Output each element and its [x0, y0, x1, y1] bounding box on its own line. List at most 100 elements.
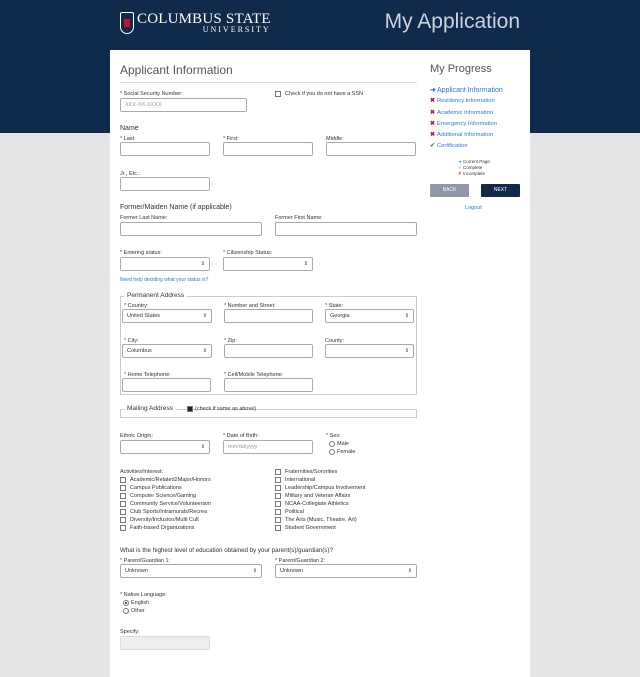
activity-checkbox[interactable]: [275, 509, 281, 515]
progress-step-label: Additional Information: [437, 132, 494, 138]
home-telephone-input[interactable]: [122, 378, 211, 392]
progress-step-label: Academic Information: [437, 110, 494, 116]
back-button[interactable]: BACK: [430, 184, 469, 197]
status-help-link[interactable]: Need help deciding what your status is?: [120, 277, 208, 283]
legend-current: Current Page: [463, 159, 490, 164]
activity-checkbox[interactable]: [120, 509, 126, 515]
progress-step-label: Applicant Information: [437, 87, 503, 94]
parent-education-question: What is the highest level of education o…: [120, 547, 333, 554]
activity-label: Community Service/Volunteerism: [130, 501, 212, 507]
select-arrows-icon: ⇕: [252, 568, 257, 574]
language-other-label: Other: [131, 608, 145, 614]
legend-complete: Complete: [463, 165, 483, 170]
city-select[interactable]: Columbus ⇕: [122, 344, 212, 358]
select-arrows-icon: ⇕: [200, 444, 205, 450]
sex-label: * Sex:: [326, 433, 341, 439]
incomplete-step-icon: ✖: [430, 110, 435, 116]
sex-male-label: Male: [337, 441, 349, 447]
activities-label: Activities/Interest:: [120, 469, 164, 475]
permanent-address-legend: Permanent Address: [124, 292, 188, 299]
next-button[interactable]: NEXT: [481, 184, 520, 197]
native-language-label: * Native Language:: [120, 592, 167, 598]
activity-checkbox[interactable]: [275, 485, 281, 491]
activity-label: Academic/Related2Major/Honors: [130, 477, 211, 483]
state-select[interactable]: Georgia ⇕: [325, 309, 414, 323]
progress-step-label: Residency Information: [437, 98, 495, 104]
citizenship-select[interactable]: ⇕: [223, 257, 313, 271]
country-select[interactable]: United States ⇕: [122, 309, 212, 323]
logout-link[interactable]: Logout: [465, 205, 482, 211]
former-name-section-title: Former/Maiden Name (if applicable): [120, 204, 232, 211]
parent1-select[interactable]: Unknown ⇕: [120, 564, 262, 578]
ethnic-origin-label: Ethnic Origin:: [120, 433, 154, 439]
legend-incomplete: Incomplete: [463, 171, 486, 176]
sex-male-radio[interactable]: [329, 441, 335, 447]
activity-checkbox[interactable]: [120, 485, 126, 491]
application-card: Applicant Information * Social Security …: [110, 50, 530, 677]
activity-checkbox[interactable]: [120, 477, 126, 483]
same-address-checkbox[interactable]: [187, 406, 193, 412]
progress-step[interactable]: ✖ Emergency Information: [430, 121, 497, 127]
divider: [120, 82, 417, 83]
entering-status-select[interactable]: ⇕: [120, 257, 210, 271]
no-ssn-checkbox[interactable]: [275, 91, 281, 97]
activity-checkbox[interactable]: [120, 525, 126, 531]
middle-name-input[interactable]: [326, 142, 416, 156]
logo-line2: UNIVERSITY: [202, 25, 271, 34]
progress-step[interactable]: ➜Applicant Information: [430, 86, 503, 94]
former-first-input[interactable]: [275, 222, 417, 236]
select-arrows-icon: ⇕: [200, 261, 205, 267]
progress-step[interactable]: ✖ Residency Information: [430, 98, 495, 104]
complete-step-icon: ✔: [430, 143, 435, 149]
dob-input[interactable]: mm/dd/yyyy: [223, 440, 313, 454]
activity-label: Fraternities/Sororities: [285, 469, 338, 475]
ethnic-origin-select[interactable]: ⇕: [120, 440, 210, 454]
same-address-label: (check if same as above): [195, 406, 257, 412]
activity-label: Leadership/Campus Involvement: [285, 485, 366, 491]
ssn-input[interactable]: XXX-XX-XXXX: [120, 98, 247, 112]
parent2-select[interactable]: Unknown ⇕: [275, 564, 417, 578]
logo-line1: COLUMBUS STATE: [137, 11, 271, 27]
app-title: My Application: [384, 10, 520, 33]
last-name-input[interactable]: [120, 142, 210, 156]
first-name-input[interactable]: [223, 142, 313, 156]
street-input[interactable]: [224, 309, 313, 323]
progress-step[interactable]: ✔ Certification: [430, 143, 468, 149]
activity-checkbox[interactable]: [275, 477, 281, 483]
entering-status-label: * Entering status:: [120, 250, 162, 256]
progress-step[interactable]: ✖ Academic Information: [430, 110, 493, 116]
name-section-title: Name: [120, 125, 139, 132]
former-last-input[interactable]: [120, 222, 262, 236]
county-select[interactable]: ⇕: [325, 344, 414, 358]
complete-icon: ✓: [458, 165, 462, 170]
activity-label: Diversity/Inclusion/Multi Cult: [130, 517, 199, 523]
activity-label: Campus Publications: [130, 485, 182, 491]
activity-label: The Arts (Music, Theatre, Art): [285, 517, 357, 523]
activity-label: International: [285, 477, 316, 483]
activity-checkbox[interactable]: [275, 517, 281, 523]
language-other-radio[interactable]: [123, 608, 129, 614]
suffix-input[interactable]: [120, 177, 210, 191]
activity-checkbox[interactable]: [120, 493, 126, 499]
dob-label: * Date of Birth:: [223, 433, 259, 439]
university-logo[interactable]: COLUMBUS STATE UNIVERSITY: [120, 10, 271, 36]
activity-checkbox[interactable]: [275, 525, 281, 531]
activity-label: Student Government: [285, 525, 336, 531]
progress-step[interactable]: ✖ Additional Information: [430, 132, 493, 138]
language-english-radio[interactable]: [123, 600, 129, 606]
activity-checkbox[interactable]: [275, 493, 281, 499]
sex-female-radio[interactable]: [329, 449, 335, 455]
cell-telephone-input[interactable]: [224, 378, 313, 392]
select-arrows-icon: ⇕: [303, 261, 308, 267]
activity-checkbox[interactable]: [120, 501, 126, 507]
activity-label: NCAA-Collegiate Athletics: [285, 501, 349, 507]
specify-input[interactable]: [120, 636, 210, 650]
zip-input[interactable]: [224, 344, 313, 358]
form-title: Applicant Information: [120, 63, 233, 77]
select-arrows-icon: ⇕: [404, 313, 409, 319]
activity-checkbox[interactable]: [275, 501, 281, 507]
select-arrows-icon: ⇕: [404, 348, 409, 354]
activity-checkbox[interactable]: [120, 517, 126, 523]
activity-checkbox[interactable]: [275, 469, 281, 475]
incomplete-step-icon: ✖: [430, 132, 435, 138]
